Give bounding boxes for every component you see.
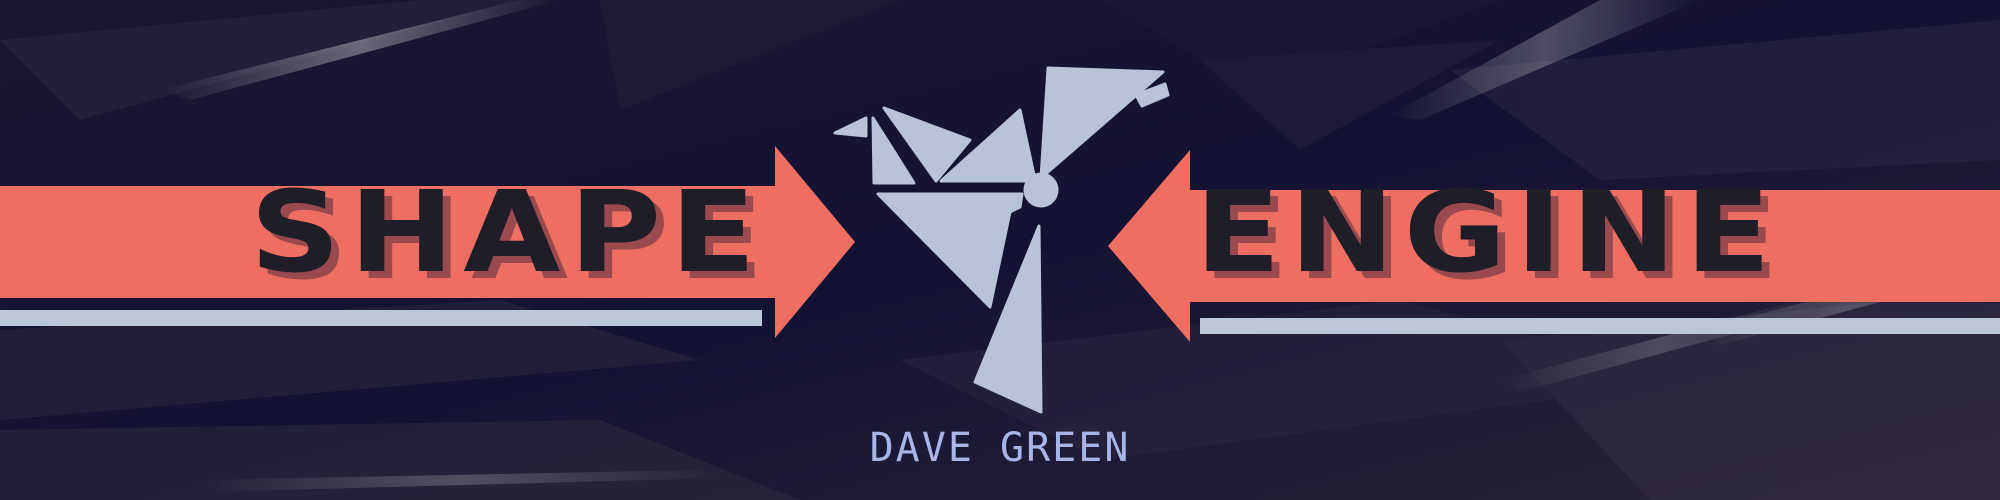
- title-right: ENGINE: [1195, 168, 1780, 298]
- author-name: DAVE GREEN: [869, 425, 1131, 471]
- right-underline-stripe: [1200, 318, 2000, 334]
- left-underline-stripe: [0, 310, 762, 326]
- title-left: SHAPE: [250, 168, 765, 298]
- banner: SHAPE ENGINE DAVE GREEN: [0, 0, 2000, 500]
